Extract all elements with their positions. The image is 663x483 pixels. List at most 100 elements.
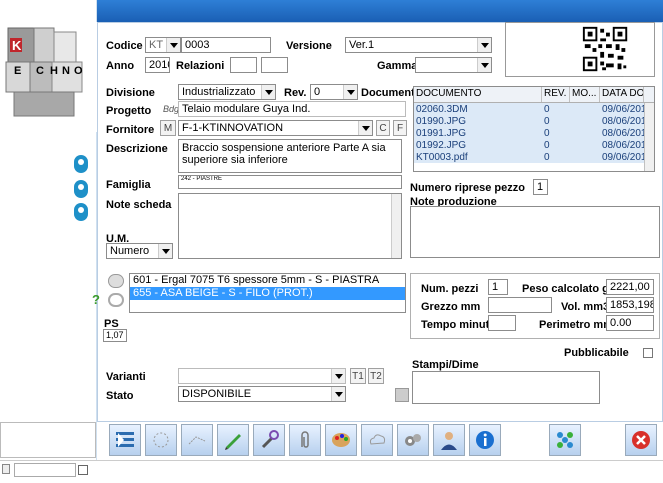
doc-date: 09/06/201 xyxy=(602,152,644,163)
doc-rev: 0 xyxy=(544,140,550,151)
relazioni-label: Relazioni xyxy=(176,60,225,72)
table-row[interactable]: 01990.JPG 0 08/06/201 xyxy=(414,115,654,127)
fornitore-c-button[interactable]: C xyxy=(376,120,390,136)
codice-input[interactable]: 0003 xyxy=(181,37,271,53)
col-documento[interactable]: DOCUMENTO xyxy=(414,87,542,102)
grezzo-label: Grezzo mm xyxy=(421,301,481,313)
gamma-select[interactable] xyxy=(415,57,492,73)
doc-rev: 0 xyxy=(544,152,550,163)
note-produzione-textarea[interactable] xyxy=(410,206,660,258)
note-scheda-textarea[interactable] xyxy=(178,193,402,259)
user-icon[interactable] xyxy=(433,424,465,456)
doc-name: 02060.3DM xyxy=(416,104,468,115)
note-scheda-scrollbar[interactable] xyxy=(391,194,401,258)
status-checkbox[interactable] xyxy=(78,465,88,475)
gears-icon[interactable] xyxy=(397,424,429,456)
table-row[interactable]: 02060.3DM 0 09/06/201 xyxy=(414,103,654,115)
stato-select[interactable]: DISPONIBILE xyxy=(178,386,346,402)
divisione-value: Industrializzato xyxy=(182,86,256,98)
famiglia-input[interactable]: 242 - PIASTRE xyxy=(178,175,402,189)
bottom-toolbar xyxy=(97,422,663,460)
note-scheda-label: Note scheda xyxy=(106,199,172,211)
codice-prefix-select[interactable]: KT xyxy=(145,37,181,53)
perimetro-label: Perimetro mm xyxy=(539,319,613,331)
versione-select[interactable]: Ver.1 xyxy=(345,37,492,53)
grezzo-input[interactable] xyxy=(488,297,552,313)
fornitore-f-button[interactable]: F xyxy=(393,120,407,136)
list-item[interactable]: 655 - ASA BEIGE - S - FILO (PROT.) xyxy=(130,287,405,300)
drawing-icon[interactable] xyxy=(181,424,213,456)
materials-list[interactable]: 601 - Ergal 7075 T6 spessore 5mm - S - P… xyxy=(129,273,406,313)
logo-letter-c: C xyxy=(36,65,44,77)
ps-value: 1,07 xyxy=(106,330,124,340)
col-rev[interactable]: REV. xyxy=(542,87,570,102)
vol-label: Vol. mm3 xyxy=(561,301,610,313)
num-pezzi-input[interactable]: 1 xyxy=(488,279,508,295)
map-pin-icon[interactable] xyxy=(74,155,88,173)
um-select[interactable]: Numero xyxy=(106,243,173,259)
col-data[interactable]: DATA DO xyxy=(600,87,644,102)
ps-input[interactable]: 1,07 xyxy=(103,329,127,342)
rev-label: Rev. xyxy=(284,87,307,99)
varianti-select[interactable] xyxy=(178,368,346,384)
tempo-input[interactable] xyxy=(488,315,516,331)
progetto-input[interactable]: Telaio modulare Guya Ind. xyxy=(178,101,406,117)
sketch-icon[interactable] xyxy=(145,424,177,456)
map-pin-icon[interactable] xyxy=(74,203,88,221)
table-row[interactable]: 01991.JPG 0 08/06/201 xyxy=(414,127,654,139)
fornitore-select[interactable]: F-1-KTINNOVATION xyxy=(178,120,373,136)
rev-select[interactable]: 0 xyxy=(310,84,358,100)
rev-value: 0 xyxy=(314,86,321,98)
info-icon[interactable] xyxy=(469,424,501,456)
map-pin-icon[interactable] xyxy=(74,180,88,198)
table-row[interactable]: KT0003.pdf 0 09/06/201 xyxy=(414,151,654,163)
pubblicabile-checkbox[interactable] xyxy=(643,348,653,358)
codice-prefix-value: KT xyxy=(149,39,164,51)
pubblicabile-label: Pubblicabile xyxy=(564,347,629,359)
doc-mo xyxy=(570,115,600,127)
stato-label: Stato xyxy=(106,390,134,402)
codice-label: Codice xyxy=(106,40,143,52)
numero-riprese-input[interactable]: 1 xyxy=(533,179,548,195)
list-item[interactable]: 601 - Ergal 7075 T6 spessore 5mm - S - P… xyxy=(130,274,405,287)
doc-mo xyxy=(570,127,600,139)
t2-button[interactable]: T2 xyxy=(368,368,384,384)
paperclip-icon[interactable] xyxy=(289,424,321,456)
documents-scrollbar[interactable] xyxy=(644,103,654,171)
fornitore-m-button[interactable]: M xyxy=(160,120,176,136)
list-view-icon[interactable] xyxy=(109,424,141,456)
numero-riprese-label: Numero riprese pezzo xyxy=(410,182,525,194)
help-button[interactable]: ? xyxy=(92,292,106,308)
wrench-icon[interactable] xyxy=(253,424,285,456)
relazioni-input-1[interactable] xyxy=(230,57,257,73)
documents-table[interactable]: DOCUMENTO REV. MO... DATA DO 02060.3DM 0 0… xyxy=(413,86,655,172)
close-icon[interactable] xyxy=(625,424,657,456)
stampi-pick-icon[interactable] xyxy=(395,388,409,402)
peso-input[interactable]: 2221,00 xyxy=(606,279,654,295)
fornitore-value: F-1-KTINNOVATION xyxy=(182,122,284,134)
perimetro-input[interactable]: 0.00 xyxy=(606,315,654,331)
anno-input[interactable]: 2010 xyxy=(145,57,170,73)
famiglia-value: 242 - PIASTRE xyxy=(181,176,223,182)
table-row[interactable]: 01992.JPG 0 08/06/201 xyxy=(414,139,654,151)
material-icon[interactable] xyxy=(108,274,124,288)
stampi-label: Stampi/Dime xyxy=(412,359,479,371)
varianti-label: Varianti xyxy=(106,371,146,383)
peso-label: Peso calcolato gr. xyxy=(522,283,616,295)
gamma-label: Gamma xyxy=(377,60,418,72)
palette-icon[interactable] xyxy=(325,424,357,456)
pencil-icon[interactable] xyxy=(217,424,249,456)
t1-button[interactable]: T1 xyxy=(350,368,366,384)
vol-input[interactable]: 1853,198 xyxy=(606,297,654,313)
divisione-select[interactable]: Industrializzato xyxy=(178,84,276,100)
status-field xyxy=(14,463,76,477)
logo-letter-n: N xyxy=(62,65,70,77)
grid-icon[interactable] xyxy=(549,424,581,456)
col-mo[interactable]: MO... xyxy=(570,87,600,102)
cloud-icon[interactable] xyxy=(361,424,393,456)
stampi-textarea[interactable] xyxy=(412,371,600,404)
refresh-icon[interactable] xyxy=(108,293,124,307)
tempo-label: Tempo minuti xyxy=(421,319,493,331)
descrizione-textarea[interactable]: Braccio sospensione anteriore Parte A si… xyxy=(178,139,402,173)
relazioni-input-2[interactable] xyxy=(261,57,288,73)
